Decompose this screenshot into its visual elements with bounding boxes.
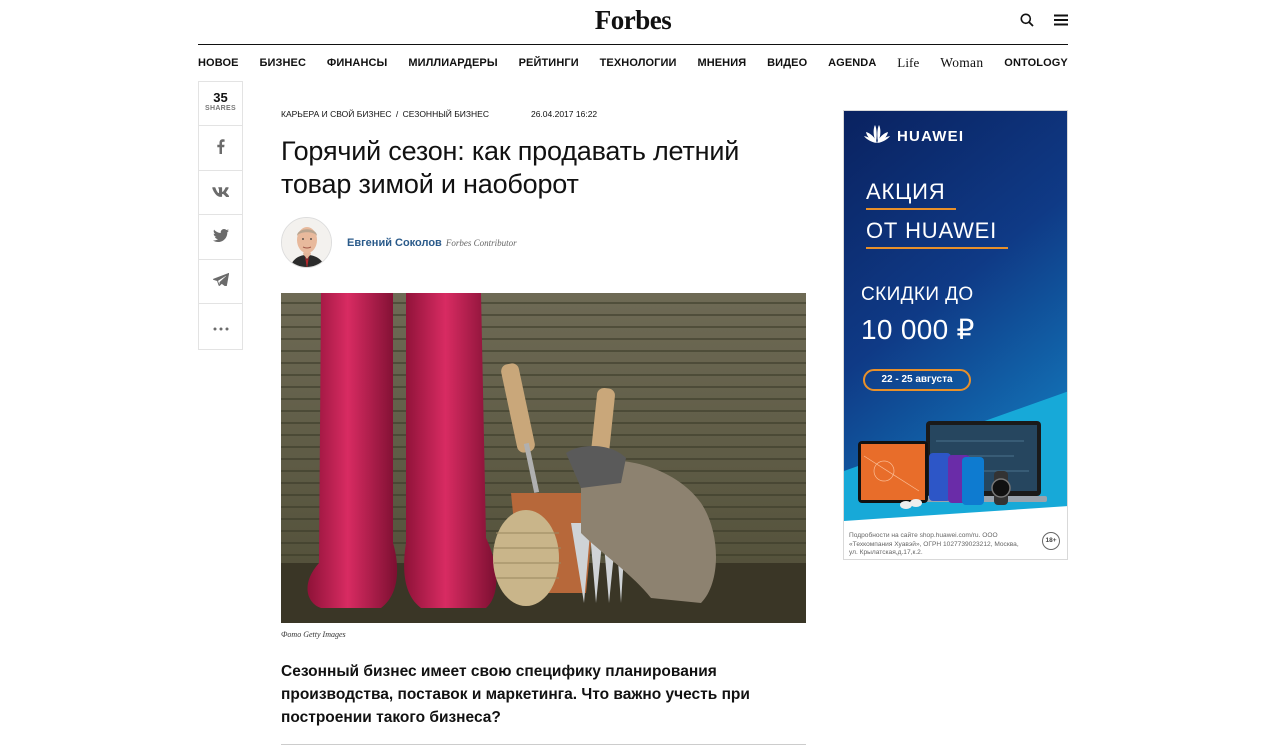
- share-facebook-button[interactable]: [199, 126, 242, 171]
- site-header: Forbes: [198, 0, 1068, 45]
- share-telegram-button[interactable]: [199, 260, 242, 304]
- share-bar: 35 SHARES: [198, 81, 243, 350]
- ad-dates-badge: 22 - 25 августа: [863, 369, 971, 391]
- share-twitter-button[interactable]: [199, 215, 242, 260]
- facebook-icon: [216, 139, 225, 157]
- article-photo: [281, 293, 806, 623]
- ad-underline-1: [866, 208, 956, 210]
- forbes-logo[interactable]: Forbes: [198, 5, 1068, 36]
- author-block: Евгений Соколов Forbes Contributor: [281, 217, 517, 268]
- ad-headline-2: ОТ HUAWEI: [866, 218, 998, 243]
- hamburger-menu-icon[interactable]: [1054, 14, 1068, 26]
- breadcrumb: КАРЬЕРА И СВОЙ БИЗНЕС / СЕЗОННЫЙ БИЗНЕС: [281, 109, 491, 119]
- nav-item-ontology[interactable]: ONTOLOGY: [1004, 57, 1068, 69]
- huawei-logo-icon: [864, 125, 890, 143]
- nav-item-agenda[interactable]: AGENDA: [828, 57, 876, 69]
- photo-caption: Фото Getty Images: [281, 630, 346, 639]
- ad-age-rating: 18+: [1042, 532, 1060, 550]
- author-avatar[interactable]: [281, 217, 332, 268]
- header-icons: [1020, 13, 1068, 27]
- share-count: 35 SHARES: [199, 82, 242, 126]
- share-more-button[interactable]: [199, 304, 242, 349]
- vk-icon: [212, 184, 230, 200]
- ad-brand: HUAWEI: [897, 128, 965, 145]
- breadcrumb-separator: /: [395, 109, 399, 119]
- nav-item-ratings[interactable]: РЕЙТИНГИ: [519, 57, 579, 69]
- huawei-ad-banner[interactable]: HUAWEI АКЦИЯ ОТ HUAWEI СКИДКИ ДО 10 000 …: [843, 110, 1068, 560]
- share-vk-button[interactable]: [199, 171, 242, 215]
- twitter-icon: [212, 228, 229, 245]
- nav-item-new[interactable]: НОВОЕ: [198, 57, 239, 69]
- nav-item-finance[interactable]: ФИНАНСЫ: [327, 57, 388, 69]
- nav-item-woman[interactable]: Woman: [940, 55, 983, 71]
- ad-fine-print: Подробности на сайте shop.huawei.com/ru.…: [849, 532, 1019, 556]
- main-nav: НОВОЕ БИЗНЕС ФИНАНСЫ МИЛЛИАРДЕРЫ РЕЙТИНГ…: [198, 54, 1068, 72]
- nav-item-opinions[interactable]: МНЕНИЯ: [697, 57, 746, 69]
- article-lead: Сезонный бизнес имеет свою специфику пла…: [281, 663, 750, 726]
- nav-item-video[interactable]: ВИДЕО: [767, 57, 807, 69]
- search-icon[interactable]: [1020, 13, 1034, 27]
- article-title: Горячий сезон: как продавать летний това…: [281, 136, 740, 199]
- ad-underline-2: [866, 247, 1008, 249]
- telegram-icon: [212, 273, 229, 289]
- nav-item-technology[interactable]: ТЕХНОЛОГИИ: [600, 57, 677, 69]
- breadcrumb-item-seasonal[interactable]: СЕЗОННЫЙ БИЗНЕС: [403, 109, 489, 119]
- nav-item-life[interactable]: Life: [897, 55, 919, 71]
- share-count-label: SHARES: [205, 105, 236, 112]
- breadcrumb-item-career[interactable]: КАРЬЕРА И СВОЙ БИЗНЕС: [281, 109, 392, 119]
- divider: [281, 744, 806, 745]
- share-count-number: 35: [213, 90, 228, 105]
- nav-item-billionaires[interactable]: МИЛЛИАРДЕРЫ: [408, 57, 497, 69]
- ad-headline-1: АКЦИЯ: [866, 179, 946, 204]
- author-role: Forbes Contributor: [445, 237, 517, 248]
- article-meta: КАРЬЕРА И СВОЙ БИЗНЕС / СЕЗОННЫЙ БИЗНЕС …: [281, 109, 597, 119]
- nav-item-business[interactable]: БИЗНЕС: [259, 57, 306, 69]
- author-name[interactable]: Евгений Соколов: [347, 237, 442, 249]
- ad-discount-label: СКИДКИ ДО: [861, 284, 974, 305]
- publish-date: 26.04.2017 16:22: [530, 109, 598, 119]
- ad-discount-amount: 10 000 ₽: [861, 314, 975, 345]
- more-icon: [213, 318, 229, 334]
